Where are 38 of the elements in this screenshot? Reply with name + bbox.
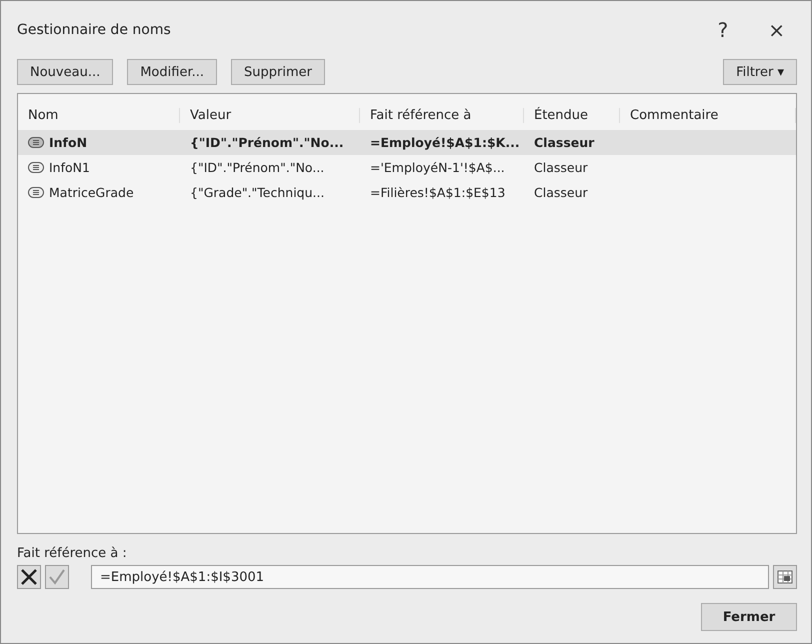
window-title: Gestionnaire de noms <box>17 22 172 38</box>
close-icon <box>20 568 38 586</box>
close-button[interactable]: × <box>756 18 797 42</box>
toolbar-button[interactable]: Modifier... <box>127 59 217 85</box>
close-dialog-button[interactable]: Fermer <box>701 603 797 631</box>
table-cell-text: Classeur <box>533 160 589 175</box>
cancel-button[interactable] <box>17 565 41 589</box>
name-tag-icon <box>28 162 44 173</box>
table-cell-text: ='EmployéN-1'!$A$... <box>369 160 506 175</box>
table-cell-text: {"ID"."Prénom"."No... <box>189 135 345 150</box>
table-cell: MatriceGrade <box>18 185 180 200</box>
check-icon <box>48 568 66 586</box>
name-row[interactable]: MatriceGrade {"Grade"."Techniqu... =Filières!$A$1:$E$13 Classeur <box>18 180 796 205</box>
refers-to-label: Fait référence à : <box>17 546 128 561</box>
name-row[interactable]: InfoN1 {"ID"."Prénom"."No... ='EmployéN-1'!$A$... Classeur <box>18 155 796 180</box>
table-cell-text: {"ID"."Prénom"."No... <box>189 160 326 175</box>
grid-icon <box>777 570 793 584</box>
toolbar-button[interactable]: Nouveau... <box>17 59 114 85</box>
column-header[interactable]: Étendue <box>524 108 620 122</box>
column-header[interactable]: Fait référence à <box>360 108 524 122</box>
table-cell-text: =Filières!$A$1:$E$13 <box>369 185 506 200</box>
column-header[interactable]: Nom <box>18 108 180 122</box>
name-row[interactable]: InfoN {"ID"."Prénom"."No... =Employé!$A$1:$K... Classeur <box>18 130 796 155</box>
range-select-button[interactable] <box>773 565 797 589</box>
column-header[interactable]: Commentaire <box>620 108 796 122</box>
table-cell-text: Classeur <box>533 185 589 200</box>
name-tag-icon <box>28 137 44 148</box>
refers-to-field[interactable]: =Employé!$A$1:$I$3001 <box>91 565 769 589</box>
toolbar-button[interactable]: Supprimer <box>231 59 325 85</box>
table-cell-text: {"Grade"."Techniqu... <box>189 185 326 200</box>
table-cell: InfoN1 <box>18 160 180 175</box>
column-header[interactable]: Valeur <box>180 108 360 122</box>
table-cell-text: =Employé!$A$1:$K... <box>369 135 521 150</box>
filter-button[interactable]: Filtrer ▾ <box>723 59 797 85</box>
help-button[interactable]: ? <box>706 18 740 42</box>
name-tag-icon <box>28 187 44 198</box>
table-cell-text: Classeur <box>533 135 596 150</box>
table-cell: InfoN <box>18 135 180 150</box>
